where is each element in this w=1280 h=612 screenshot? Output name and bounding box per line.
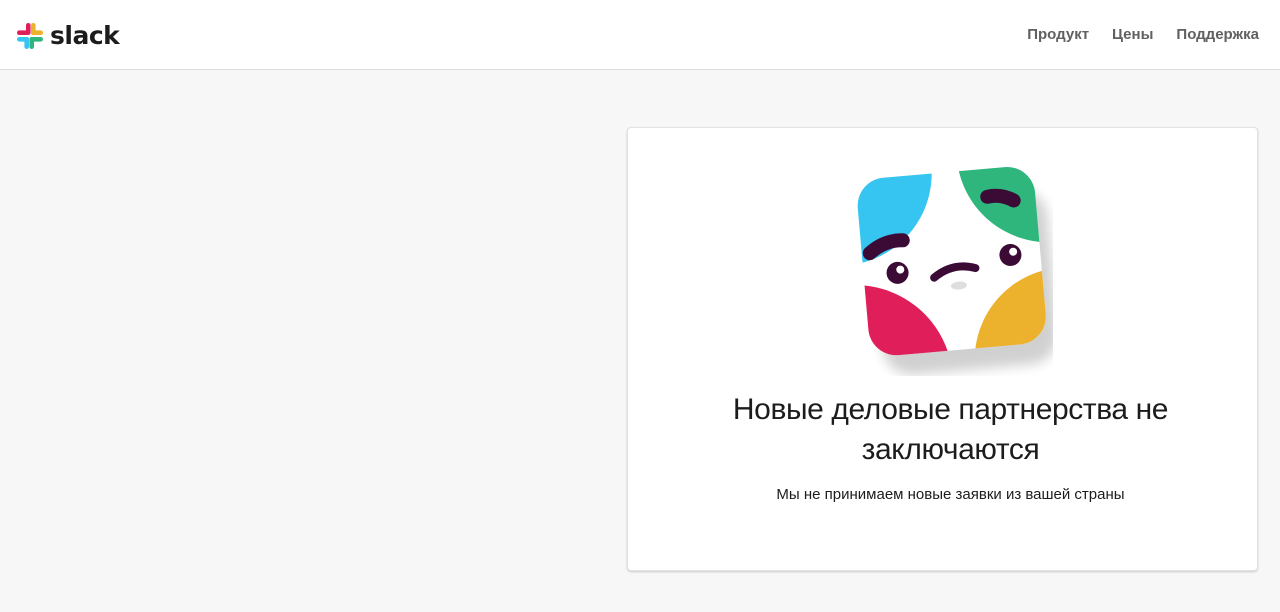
sad-slack-face-illustration [855,164,1053,375]
notice-title: Новые деловые партнерства не заключаются [732,393,1169,466]
slack-wordmark: slack [50,21,120,50]
nav-link-product[interactable]: Продукт [1027,26,1089,44]
nav-link-pricing[interactable]: Цены [1112,26,1153,44]
top-header: slack Продукт Цены Поддержка [0,0,1280,70]
nav-link-support[interactable]: Поддержка [1176,26,1259,44]
notice-message: Мы не принимаем новые заявки из вашей ст… [776,486,1125,503]
main-nav: Продукт Цены Поддержка [1027,26,1259,44]
slack-hash-logo-icon [17,23,43,49]
slack-logo[interactable]: slack [16,21,120,51]
notice-card: Новые деловые партнерства не заключаются… [627,127,1258,571]
